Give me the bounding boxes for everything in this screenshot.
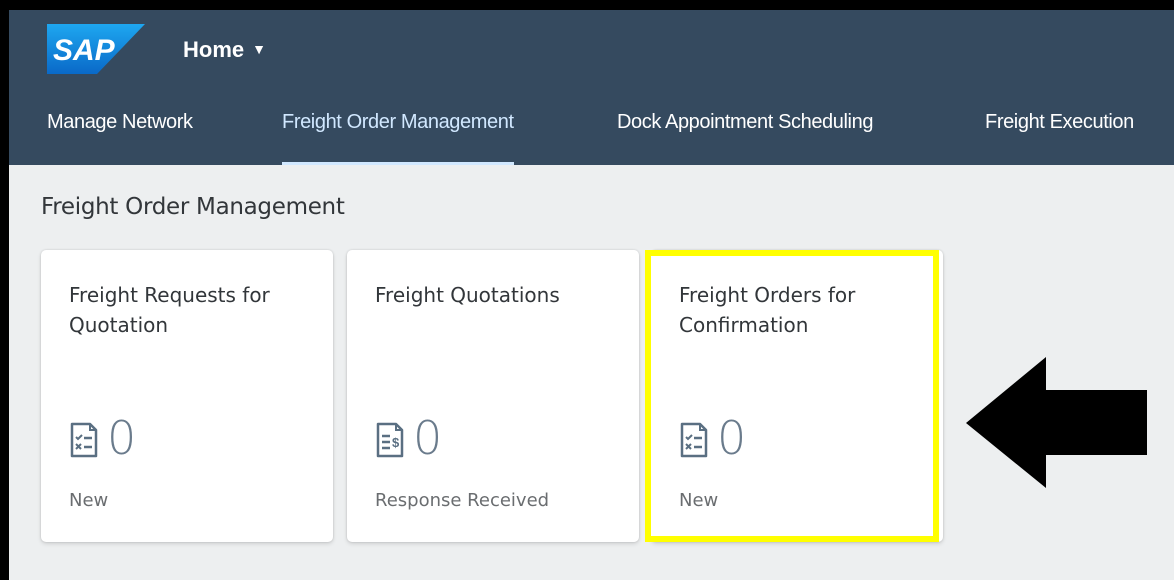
- logo-text: SAP: [53, 34, 116, 67]
- caret-down-icon: ▼: [252, 41, 266, 57]
- home-label: Home: [183, 37, 245, 62]
- tab-freight-execution[interactable]: Freight Execution: [985, 105, 1134, 163]
- document-checklist-icon: [69, 422, 99, 458]
- tab-bar: Manage Network Freight Order Management …: [9, 105, 1174, 165]
- home-menu-button[interactable]: Home ▼: [183, 36, 266, 64]
- tile-count: 0: [717, 411, 747, 465]
- tile-freight-requests-for-quotation[interactable]: Freight Requests for Quotation 0 New: [41, 250, 333, 542]
- tab-label: Freight Order Management: [282, 111, 514, 133]
- tab-manage-network[interactable]: Manage Network: [47, 105, 193, 163]
- tab-label: Dock Appointment Scheduling: [617, 111, 874, 133]
- tile-count: 0: [413, 411, 443, 465]
- tile-title: Freight Requests for Quotation: [69, 283, 270, 337]
- tile-footer: Response Received: [375, 490, 550, 511]
- tile-freight-quotations[interactable]: Freight Quotations $ 0 Response Received: [347, 250, 639, 542]
- shell-bar: SAP Home ▼ Manage Network Freight Order …: [9, 10, 1174, 165]
- tab-label: Freight Execution: [985, 111, 1134, 133]
- tile-title: Freight Orders for Confirmation: [679, 283, 856, 337]
- sap-logo[interactable]: SAP: [47, 24, 145, 74]
- tab-label: Manage Network: [47, 111, 193, 133]
- app-window: SAP Home ▼ Manage Network Freight Order …: [9, 10, 1174, 580]
- section-title: Freight Order Management: [41, 194, 345, 220]
- sap-logo-icon: SAP: [47, 24, 145, 74]
- tile-freight-orders-for-confirmation[interactable]: Freight Orders for Confirmation 0 New: [651, 250, 943, 542]
- tile-count: 0: [107, 411, 137, 465]
- tile-title: Freight Quotations: [375, 283, 560, 307]
- tab-freight-order-management[interactable]: Freight Order Management: [282, 105, 514, 165]
- tile-footer: New: [679, 490, 719, 511]
- tile-footer: New: [69, 490, 109, 511]
- document-price-icon: $: [375, 422, 405, 458]
- tab-dock-appointment-scheduling[interactable]: Dock Appointment Scheduling: [617, 105, 873, 163]
- document-checklist-icon: [679, 422, 709, 458]
- left-arrow-icon: [964, 355, 1149, 490]
- active-tab-indicator: [282, 162, 514, 165]
- svg-text:$: $: [392, 435, 400, 450]
